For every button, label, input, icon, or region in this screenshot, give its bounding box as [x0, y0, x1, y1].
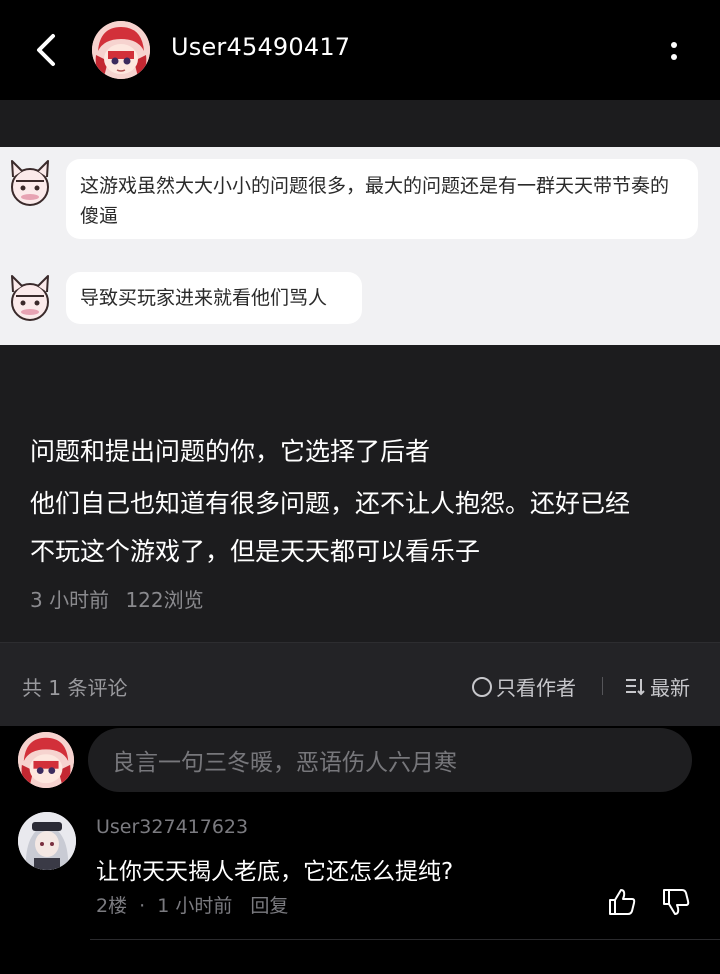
chat-avatar-icon	[11, 275, 49, 321]
sort-button[interactable]: 最新	[624, 672, 690, 701]
chat-message-text: 这游戏虽然大大小小的问题很多，最大的问题还是有一群天天带节奏的傻逼	[80, 175, 670, 227]
comment-toolbar: 共 1 条评论 只看作者 最新	[0, 642, 720, 726]
embedded-chat-screenshot[interactable]: 这游戏虽然大大小小的问题很多，最大的问题还是有一群天天带节奏的傻逼 导致买玩家进…	[0, 147, 720, 345]
divider	[602, 677, 603, 695]
post-text-line: 不玩这个游戏了，但是天天都可以看乐子	[30, 537, 481, 566]
author-only-label: 只看作者	[496, 676, 576, 700]
comment-time: 1 小时前	[157, 895, 233, 917]
chat-avatar-icon	[11, 160, 49, 206]
chat-message-1: 这游戏虽然大大小小的问题很多，最大的问题还是有一群天天带节奏的傻逼	[66, 159, 698, 239]
comment-text: 让你天天揭人老底，它还怎么提纯?	[96, 859, 454, 885]
dot-icon	[671, 42, 677, 48]
post-views: 122浏览	[125, 588, 204, 612]
comment-input-placeholder: 良言一句三冬暖，恶语伤人六月寒	[112, 750, 457, 776]
thumbs-up-icon[interactable]	[606, 886, 638, 918]
chevron-left-icon	[37, 34, 55, 66]
top-bar: User45490417	[0, 0, 720, 100]
comment-floor: 2楼	[96, 895, 128, 917]
radio-circle-icon	[472, 676, 492, 697]
back-button[interactable]	[28, 30, 64, 70]
author-username[interactable]: User45490417	[171, 33, 350, 61]
author-avatar[interactable]	[92, 21, 150, 79]
comment-input[interactable]: 良言一句三冬暖，恶语伤人六月寒	[88, 728, 692, 792]
post-time: 3 小时前	[30, 588, 110, 612]
post-text-line: 问题和提出问题的你，它选择了后者	[30, 437, 431, 466]
sort-icon	[626, 678, 645, 695]
dot-icon	[671, 54, 677, 60]
my-avatar[interactable]	[18, 732, 74, 788]
sort-label: 最新	[650, 676, 690, 700]
comment-count: 共 1 条评论	[22, 676, 128, 700]
thumbs-down-icon[interactable]	[660, 886, 692, 918]
chat-message-2: 导致买玩家进来就看他们骂人	[66, 272, 362, 324]
author-only-toggle[interactable]: 只看作者	[472, 672, 576, 701]
commenter-avatar[interactable]	[18, 812, 76, 870]
chat-message-text: 导致买玩家进来就看他们骂人	[80, 287, 328, 309]
meta-separator: ·	[139, 895, 146, 917]
reply-button[interactable]: 回复	[250, 895, 288, 917]
commenter-username[interactable]: User327417623	[96, 816, 248, 838]
comment-meta: 2楼 · 1 小时前 回复	[96, 891, 294, 918]
more-options-button[interactable]	[660, 36, 688, 66]
post-text-line: 他们自己也知道有很多问题，还不让人抱怨。还好已经	[30, 489, 631, 518]
comments-section: 良言一句三冬暖，恶语伤人六月寒 User327417623 让你天天揭人老底，它…	[0, 726, 720, 974]
post-meta: 3 小时前 122浏览	[30, 584, 214, 613]
divider	[90, 939, 720, 940]
